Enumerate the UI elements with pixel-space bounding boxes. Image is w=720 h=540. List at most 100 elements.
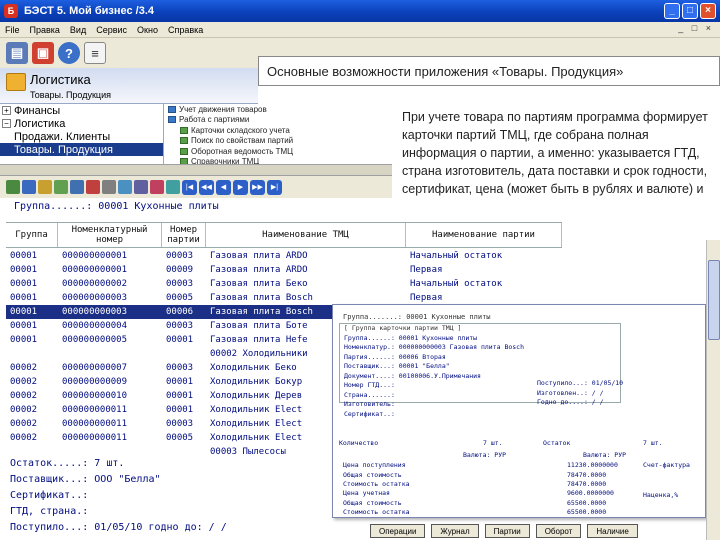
close-icon[interactable]: × — [700, 3, 716, 19]
function-item[interactable]: Поиск по свойствам партий — [164, 136, 392, 147]
table-cell: 000000000011 — [62, 419, 128, 429]
table-cell: 000000000011 — [62, 405, 128, 415]
card-date-line: Изготовлен..: / / — [537, 388, 604, 397]
table-cell: 000000000001 — [62, 265, 128, 275]
edit-icon[interactable] — [22, 180, 36, 194]
last-record-icon[interactable]: ▶| — [267, 179, 282, 195]
function-item[interactable]: Работа с партиями — [164, 115, 392, 126]
next-page-icon[interactable]: ▶▶ — [250, 179, 265, 195]
table-cell: 00001 — [10, 251, 38, 261]
new-icon[interactable] — [6, 180, 20, 194]
table-cell: 00001 — [10, 265, 38, 275]
column-header[interactable]: Наименование ТМЦ — [206, 223, 406, 247]
price-line: Цена учетная — [343, 489, 390, 497]
function-icon — [168, 105, 176, 113]
grid-header: Группа Номенклатурный номер Номер партии… — [6, 222, 562, 248]
table-cell: 00009 — [166, 265, 194, 275]
column-header[interactable]: Наименование партии — [406, 223, 562, 247]
menu-item[interactable]: Правка — [25, 25, 65, 35]
card-title: Группа.......: 00001 Кухонные плиты — [343, 313, 491, 321]
scroll-thumb[interactable] — [708, 260, 720, 340]
table-cell: 000000000003 — [62, 293, 128, 303]
price-line: Стоимость остатка — [343, 508, 410, 516]
first-record-icon[interactable]: |◀ — [182, 179, 197, 195]
table-cell: 00003 — [166, 321, 194, 331]
search-icon[interactable] — [118, 180, 132, 194]
price-value: 65500.0000 — [567, 508, 607, 516]
clear-filter-icon[interactable] — [150, 180, 164, 194]
tree-item-label: Продажи. Клиенты — [14, 130, 111, 143]
column-header[interactable]: Номенклатурный номер — [58, 223, 162, 247]
footer-button[interactable]: Партии — [484, 524, 530, 538]
module-tree: + Финансы − Логистика Продажи. Клиенты Товары… — [0, 104, 164, 164]
table-cell: 00003 — [166, 279, 194, 289]
app-icon: Б — [4, 4, 18, 18]
table-row[interactable]: 00001 000000000001 00009 Газовая плита ARDO… — [6, 263, 562, 277]
price-value: 65500.0000 — [567, 498, 607, 507]
minimize-icon[interactable]: _ — [664, 3, 680, 19]
table-cell: Газовая плита Беко — [210, 279, 308, 289]
tree-icon[interactable]: ▤ — [6, 42, 28, 64]
function-item[interactable]: Карточки складского учета — [164, 125, 392, 136]
tree-item[interactable]: Продажи. Клиенты — [0, 130, 163, 143]
function-label: Поиск по свойствам партий — [191, 136, 294, 146]
table-cell: 00006 — [166, 307, 194, 317]
table-cell: 00001 — [166, 391, 194, 401]
menu-item[interactable]: Сервис — [91, 25, 132, 35]
footer-button[interactable]: Журнал — [431, 524, 479, 538]
table-row[interactable]: 00001 000000000002 00003 Газовая плита Беко… — [6, 277, 562, 291]
collapse-icon[interactable]: − — [2, 119, 11, 128]
card-date-line: Годно до....: / / — [537, 398, 604, 406]
table-cell: 00002 — [10, 433, 38, 443]
footer-button[interactable]: Оборот — [535, 524, 582, 538]
table-row[interactable]: 00001 000000000003 00005 Газовая плита Bosc… — [6, 291, 562, 305]
tree-item[interactable]: − Логистика — [0, 117, 163, 130]
console-toolbar: |◀ ◀◀ ◀ ▶ ▶▶ ▶| — [0, 176, 392, 198]
table-row[interactable]: 00001 000000000001 00003 Газовая плита ARDO… — [6, 249, 562, 263]
function-item[interactable]: Учет движения товаров — [164, 104, 392, 115]
function-item[interactable]: Оборотная ведомость ТМЦ — [164, 146, 392, 157]
mdi-controls-icon[interactable]: _ □ × — [678, 23, 714, 33]
maximize-icon[interactable]: □ — [682, 3, 698, 19]
table-cell: 000000000011 — [62, 433, 128, 443]
separator-bar — [0, 164, 392, 176]
table-cell: 00002 — [10, 419, 38, 429]
menu-item[interactable]: Справка — [163, 25, 208, 35]
expand-icon[interactable]: + — [2, 106, 11, 115]
menu-item[interactable]: File — [0, 25, 25, 35]
column-header[interactable]: Номер партии — [162, 223, 206, 247]
footer-buttons: Операции Журнал Партии Оборот Наличие — [370, 524, 720, 540]
modules-icon[interactable]: ▣ — [32, 42, 54, 64]
record-details: Остаток.....: 7 шт. Поставщик...: ООО "Бе… — [0, 458, 330, 540]
tree-item[interactable]: + Финансы — [0, 104, 163, 117]
table-cell: 00002 — [10, 391, 38, 401]
menu-item[interactable]: Вид — [65, 25, 91, 35]
tree-item[interactable]: Товары. Продукция — [0, 143, 163, 156]
excel-icon[interactable] — [54, 180, 68, 194]
prev-record-icon[interactable]: ◀ — [216, 179, 231, 195]
rest-label: Остаток — [543, 439, 571, 447]
card-line: Группа......: 00001 Кухонные плиты — [344, 333, 478, 342]
filter-icon[interactable] — [134, 180, 148, 194]
tree-item-label: Товары. Продукция — [14, 143, 113, 156]
copy-icon[interactable] — [38, 180, 52, 194]
document-icon[interactable]: ≡ — [84, 42, 106, 64]
help-icon[interactable]: ? — [58, 42, 80, 64]
footer-button[interactable]: Операции — [370, 524, 426, 538]
table-cell: 00002 — [10, 377, 38, 387]
delete-icon[interactable] — [86, 180, 100, 194]
price-value: 78470.0000 — [567, 470, 607, 479]
column-header[interactable]: Группа — [6, 223, 58, 247]
next-record-icon[interactable]: ▶ — [233, 179, 248, 195]
menu-item[interactable]: Окно — [132, 25, 163, 35]
vertical-scrollbar[interactable] — [706, 240, 720, 540]
footer-button[interactable]: Наличие — [587, 524, 638, 538]
prev-page-icon[interactable]: ◀◀ — [199, 179, 214, 195]
module-title: Логистика — [30, 72, 91, 87]
refresh-icon[interactable] — [166, 180, 180, 194]
list-icon[interactable] — [70, 180, 84, 194]
card-line: Партия......: 00006 Вторая — [344, 352, 446, 361]
print-icon[interactable] — [102, 180, 116, 194]
rest-value: 7 шт. — [643, 439, 663, 447]
card-line: Сертификат..: — [344, 409, 395, 418]
